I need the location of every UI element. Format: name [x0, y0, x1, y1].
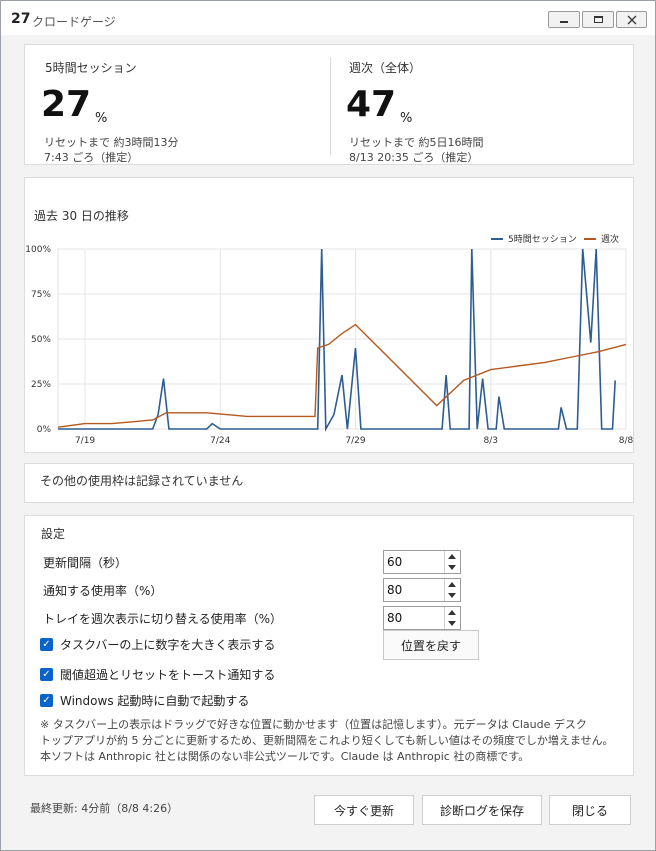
settings-panel: 設定 更新間隔（秒） 60 通知する使用率（%） 80 トレイを週次表示に切り替…: [24, 515, 634, 776]
tray-threshold-value[interactable]: 80: [387, 611, 402, 625]
spin-down-icon[interactable]: [448, 593, 456, 598]
toast-notify-label: 閾値超過とリセットをトースト通知する: [60, 668, 276, 682]
notify-threshold-label: 通知する使用率（%）: [43, 584, 163, 598]
checkmark-icon[interactable]: ✓: [40, 694, 53, 707]
x-tick-label: 7/24: [210, 436, 230, 446]
y-tick-label: 75%: [31, 290, 51, 300]
settings-note: ※ タスクバー上の表示はドラッグで好きな位置に動かせます（位置は記憶します）。元…: [40, 717, 625, 765]
app-window: 27 クロードゲージ 5時間セッション 27 % リセットまで 約3時間13分 …: [0, 0, 656, 851]
maximize-button[interactable]: [582, 11, 614, 28]
last-updated-text: 最終更新: 4分前（8/8 4:26）: [30, 802, 179, 815]
session-reset: リセットまで 約3時間13分: [44, 136, 179, 149]
tray-threshold-stepper[interactable]: 80: [383, 606, 461, 630]
close-window-button[interactable]: [616, 11, 647, 28]
usage-history-chart: 0% 25% 50% 75% 100% 7/19 7/24 7/29 8/3 8/8: [25, 245, 633, 446]
note-line-2: トップアプリが約 5 分ごとに更新するため、更新間隔をこれより短くしても新しい値…: [40, 734, 614, 747]
checkmark-icon[interactable]: ✓: [40, 638, 53, 651]
x-tick-label: 8/3: [484, 436, 498, 446]
spin-down-icon[interactable]: [448, 621, 456, 626]
notify-threshold-value[interactable]: 80: [387, 583, 402, 597]
tray-threshold-label: トレイを週次表示に切り替える使用率（%）: [43, 612, 283, 626]
weekly-unit: %: [400, 111, 413, 126]
y-tick-label: 50%: [31, 335, 51, 345]
x-tick-label: 7/19: [75, 436, 95, 446]
spin-up-icon[interactable]: [448, 582, 456, 587]
toast-notify-checkbox[interactable]: ✓ 閾値超過とリセットをトースト通知する: [40, 666, 275, 683]
other-limits-panel: その他の使用枠は記録されていません: [24, 463, 634, 503]
refresh-interval-value[interactable]: 60: [387, 555, 402, 569]
auto-start-label: Windows 起動時に自動で起動する: [60, 694, 250, 708]
minimize-icon: [560, 21, 568, 23]
tray-threshold-arrows[interactable]: [444, 607, 460, 629]
refresh-now-button[interactable]: 今すぐ更新: [314, 795, 414, 825]
history-chart-panel: 過去 30 日の推移 5時間セッション 週次 0% 25% 50% 75% 100% 7/…: [24, 177, 634, 453]
minimize-button[interactable]: [548, 11, 580, 28]
refresh-interval-label: 更新間隔（秒）: [43, 556, 128, 570]
session-label: 5時間セッション: [45, 61, 137, 75]
y-tick-label: 0%: [37, 425, 52, 435]
y-tick-label: 100%: [25, 245, 51, 255]
weekly-reset-time: 8/13 20:35 ごろ（推定）: [349, 151, 479, 164]
session-value: 27: [41, 84, 92, 125]
note-line-1: ※ タスクバー上の表示はドラッグで好きな位置に動かせます（位置は記憶します）。元…: [40, 718, 587, 731]
taskbar-large-number-checkbox[interactable]: ✓ タスクバーの上に数字を大きく表示する: [40, 636, 275, 653]
session-unit: %: [95, 111, 108, 126]
x-tick-label: 7/29: [345, 436, 365, 446]
settings-title: 設定: [41, 527, 66, 541]
spin-up-icon[interactable]: [448, 554, 456, 559]
notify-threshold-stepper[interactable]: 80: [383, 578, 461, 602]
weekly-label: 週次（全体）: [349, 61, 422, 75]
window-title: クロードゲージ: [32, 15, 116, 29]
reset-position-button[interactable]: 位置を戻す: [383, 630, 479, 660]
other-limits-text: その他の使用枠は記録されていません: [40, 474, 244, 488]
title-number: 27: [11, 11, 31, 27]
close-button[interactable]: 閉じる: [549, 795, 631, 825]
x-tick-label: 8/8: [619, 436, 633, 446]
save-log-button[interactable]: 診断ログを保存: [422, 795, 542, 825]
usage-stats-panel: 5時間セッション 27 % リセットまで 約3時間13分 7:43 ごろ（推定）…: [24, 44, 634, 165]
spin-down-icon[interactable]: [448, 565, 456, 570]
note-line-3: 本ソフトは Anthropic 社とは関係のない非公式ツールです。Claude …: [40, 750, 530, 763]
spin-up-icon[interactable]: [448, 610, 456, 615]
weekly-value: 47: [346, 84, 397, 125]
refresh-interval-stepper[interactable]: 60: [383, 550, 461, 574]
close-icon: [627, 15, 636, 24]
y-tick-label: 25%: [31, 380, 51, 390]
weekly-reset: リセットまで 約5日16時間: [349, 136, 484, 149]
auto-start-checkbox[interactable]: ✓ Windows 起動時に自動で起動する: [40, 692, 249, 709]
notify-threshold-arrows[interactable]: [444, 579, 460, 601]
refresh-interval-arrows[interactable]: [444, 551, 460, 573]
title-bar[interactable]: 27 クロードゲージ: [1, 1, 655, 35]
taskbar-large-number-label: タスクバーの上に数字を大きく表示する: [60, 638, 276, 652]
checkmark-icon[interactable]: ✓: [40, 668, 53, 681]
session-reset-time: 7:43 ごろ（推定）: [44, 151, 139, 164]
stats-divider: [330, 57, 331, 155]
maximize-icon: [593, 16, 603, 23]
